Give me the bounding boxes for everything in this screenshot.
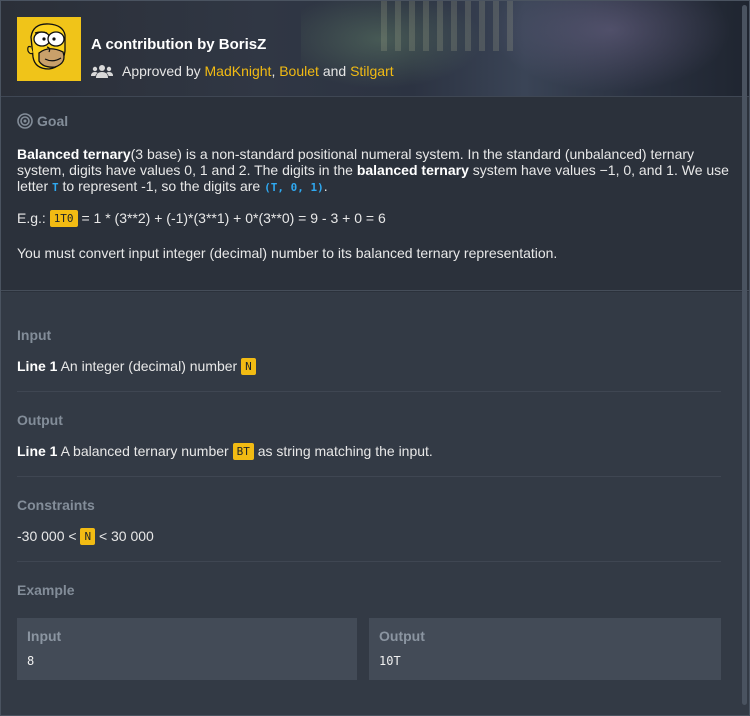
inline-code: (T, 0, 1) — [264, 181, 324, 194]
scrollbar[interactable] — [740, 1, 749, 715]
goal-text: to represent -1, so the digits are — [58, 178, 265, 194]
output-description: A balanced ternary number — [57, 443, 233, 459]
puzzle-statement-panel: A contribution by BorisZ Approved by Mad… — [0, 0, 750, 716]
homer-avatar-icon[interactable] — [17, 17, 81, 81]
output-description: as string matching the input. — [253, 443, 433, 459]
users-icon — [91, 65, 113, 78]
example-prefix: E.g.: — [17, 210, 50, 226]
approved-by-label: Approved by — [122, 63, 201, 79]
contribution-header: A contribution by BorisZ Approved by Mad… — [1, 1, 749, 97]
approved-by-line: Approved by MadKnight, Boulet and Stilga… — [91, 63, 394, 79]
example-formula: = 1 * (3**2) + (-1)*(3**1) + 0*(3**0) = … — [77, 210, 386, 226]
header-background-art — [381, 1, 521, 51]
input-line-1: Line 1 An integer (decimal) number N — [17, 358, 256, 375]
output-heading: Output — [17, 412, 63, 428]
example-input-value: 8 — [27, 654, 35, 668]
variable-tag: BT — [232, 443, 254, 460]
input-description: An integer (decimal) number — [57, 358, 242, 374]
bold-term: balanced ternary — [356, 162, 469, 178]
example-output-label: Output — [379, 628, 425, 644]
goal-heading: Goal — [37, 113, 69, 129]
goal-description: Balanced ternary(3 base) is a non-standa… — [17, 146, 733, 196]
constraints-heading: Constraints — [17, 497, 95, 513]
example-output-box[interactable]: Output 10T — [369, 618, 721, 680]
divider — [17, 476, 721, 477]
approver-link-boulet[interactable]: Boulet — [279, 63, 319, 79]
divider — [17, 561, 721, 562]
input-heading: Input — [17, 327, 52, 343]
line-label: Line 1 — [17, 358, 58, 374]
approver-and: and — [322, 63, 347, 79]
example-output-value: 10T — [379, 654, 401, 668]
constraint-text: -30 000 < — [17, 528, 81, 544]
example-input-label: Input — [27, 628, 62, 644]
output-line-1: Line 1 A balanced ternary number BT as s… — [17, 443, 433, 460]
bold-term: Balanced ternary — [17, 146, 131, 162]
goal-example-line: E.g.: 1T0 = 1 * (3**2) + (-1)*(3**1) + 0… — [17, 210, 733, 227]
approver-link-stilgart[interactable]: Stilgart — [350, 63, 394, 79]
line-label: Line 1 — [17, 443, 58, 459]
goal-section: Goal Balanced ternary(3 base) is a non-s… — [1, 98, 749, 291]
goal-instruction: You must convert input integer (decimal)… — [17, 245, 558, 261]
contribution-title: A contribution by BorisZ — [91, 36, 267, 53]
inline-code: T — [52, 181, 59, 194]
approver-separator: , — [271, 63, 276, 79]
target-icon — [17, 113, 33, 129]
constraints-line: -30 000 < N < 30 000 — [17, 528, 154, 545]
example-input-box[interactable]: Input 8 — [17, 618, 357, 680]
divider — [17, 391, 721, 392]
variable-tag: N — [241, 358, 256, 375]
example-heading: Example — [17, 582, 75, 598]
approver-link-madknight[interactable]: MadKnight — [205, 63, 272, 79]
goal-text: . — [323, 178, 328, 194]
io-specification: Input Line 1 An integer (decimal) number… — [1, 292, 749, 715]
constraint-text: < 30 000 — [95, 528, 154, 544]
scrollbar-thumb[interactable] — [742, 5, 747, 705]
variable-tag: 1T0 — [49, 210, 78, 227]
variable-tag: N — [80, 528, 96, 545]
